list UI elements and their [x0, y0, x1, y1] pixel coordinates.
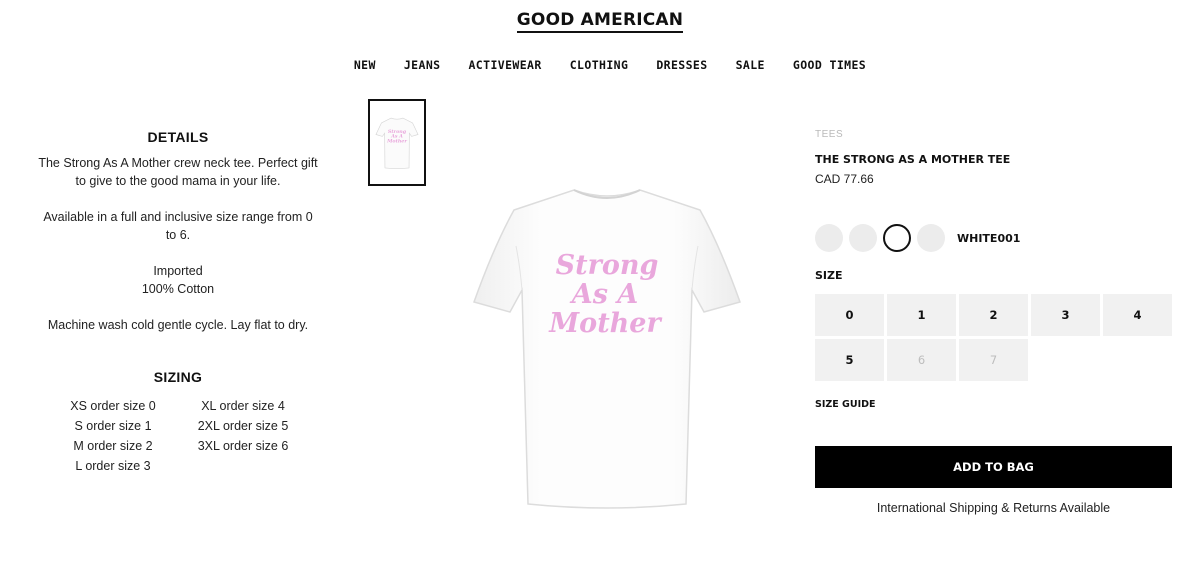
size-option-6-unavailable[interactable]: 6 [887, 339, 956, 381]
size-option-4[interactable]: 4 [1103, 294, 1172, 336]
size-label: SIZE [815, 269, 843, 282]
product-main-image[interactable]: Strong As A Mother [470, 186, 744, 512]
size-selector: 0 1 2 3 4 5 6 7 [815, 294, 1172, 381]
color-swatch[interactable] [815, 224, 843, 252]
size-guide-link[interactable]: SIZE GUIDE [815, 399, 875, 410]
sizing-row: L order size 3 [75, 459, 151, 473]
tshirt-image: Strong As A Mother [473, 189, 741, 509]
sizing-column-right: XL order size 4 2XL order size 5 3XL ord… [178, 396, 308, 476]
tshirt-print-line: As A [569, 279, 639, 310]
size-option-0[interactable]: 0 [815, 294, 884, 336]
size-option-1[interactable]: 1 [887, 294, 956, 336]
nav-item-new[interactable]: NEW [354, 58, 376, 72]
size-option-2[interactable]: 2 [959, 294, 1028, 336]
color-swatch-selected[interactable] [883, 224, 911, 252]
sizing-title: SIZING [153, 369, 203, 385]
color-swatch[interactable] [849, 224, 877, 252]
color-swatch[interactable] [917, 224, 945, 252]
size-option-5[interactable]: 5 [815, 339, 884, 381]
product-price: CAD 77.66 [815, 172, 874, 186]
nav-item-dresses[interactable]: DRESSES [656, 58, 707, 72]
details-imported: Imported [153, 264, 203, 278]
nav-item-good-times[interactable]: GOOD TIMES [793, 58, 866, 72]
size-option-7-unavailable[interactable]: 7 [959, 339, 1028, 381]
shipping-note: International Shipping & Returns Availab… [876, 501, 1111, 515]
color-swatches: WHITE001 [815, 223, 1172, 253]
sizing-table: XS order size 0 S order size 1 M order s… [38, 396, 318, 476]
product-category[interactable]: TEES [815, 129, 1172, 140]
thumbnail-tshirt-image: Strong As A Mother [375, 117, 419, 169]
tshirt-print-line: Strong [556, 250, 659, 281]
sizing-row: XL order size 4 [201, 399, 285, 413]
sizing-row: M order size 2 [73, 439, 153, 453]
selected-color-label: WHITE001 [957, 231, 1021, 245]
size-option-3[interactable]: 3 [1031, 294, 1100, 336]
tshirt-print-line: Mother [548, 308, 662, 339]
details-description: The Strong As A Mother crew neck tee. Pe… [38, 156, 318, 188]
sizing-column-left: XS order size 0 S order size 1 M order s… [48, 396, 178, 476]
nav-item-activewear[interactable]: ACTIVEWEAR [468, 58, 541, 72]
main-nav: NEW JEANS ACTIVEWEAR CLOTHING DRESSES SA… [0, 58, 1200, 72]
product-details-panel: DETAILS The Strong As A Mother crew neck… [38, 128, 318, 476]
add-to-bag-button[interactable]: ADD TO BAG [815, 446, 1172, 488]
brand-logo-text[interactable]: GOOD AMERICAN [516, 10, 684, 33]
product-title: THE STRONG AS A MOTHER TEE [815, 153, 1011, 166]
nav-item-sale[interactable]: SALE [736, 58, 765, 72]
nav-item-jeans[interactable]: JEANS [404, 58, 441, 72]
product-thumbnail[interactable]: Strong As A Mother [368, 99, 426, 186]
details-title: DETAILS [147, 129, 209, 145]
product-info-panel: TEES THE STRONG AS A MOTHER TEE CAD 77.6… [815, 129, 1172, 515]
sizing-row: XS order size 0 [70, 399, 156, 413]
sizing-row: 3XL order size 6 [197, 439, 289, 453]
nav-list: NEW JEANS ACTIVEWEAR CLOTHING DRESSES SA… [334, 58, 866, 72]
svg-text:Mother: Mother [386, 138, 407, 144]
sizing-row: 2XL order size 5 [197, 419, 289, 433]
brand-logo[interactable]: GOOD AMERICAN [0, 10, 1200, 33]
details-size-range: Available in a full and inclusive size r… [43, 210, 313, 242]
sizing-row: S order size 1 [74, 419, 152, 433]
details-cotton: 100% Cotton [141, 282, 215, 296]
details-care: Machine wash cold gentle cycle. Lay flat… [47, 318, 309, 332]
nav-item-clothing[interactable]: CLOTHING [570, 58, 629, 72]
details-materials: Imported 100% Cotton [38, 262, 318, 298]
